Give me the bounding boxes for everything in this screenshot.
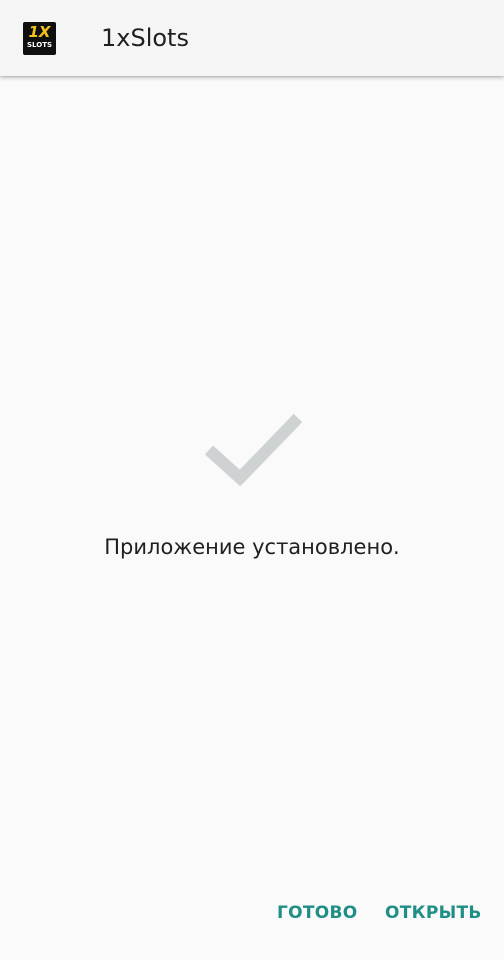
install-result-panel — [0, 76, 504, 960]
open-button[interactable]: ОТКРЫТЬ — [385, 898, 482, 928]
done-button[interactable]: ГОТОВО — [277, 898, 358, 928]
app-logo-text-top: 1X — [28, 23, 51, 41]
app-logo-icon: 1X SLOTS — [23, 22, 56, 55]
checkmark-icon — [204, 413, 303, 487]
install-status-message: Приложение установлено. — [104, 535, 400, 559]
app-title: 1xSlots — [101, 24, 189, 52]
app-bar: 1X SLOTS 1xSlots — [0, 0, 504, 76]
app-logo-text-bottom: SLOTS — [26, 41, 53, 49]
